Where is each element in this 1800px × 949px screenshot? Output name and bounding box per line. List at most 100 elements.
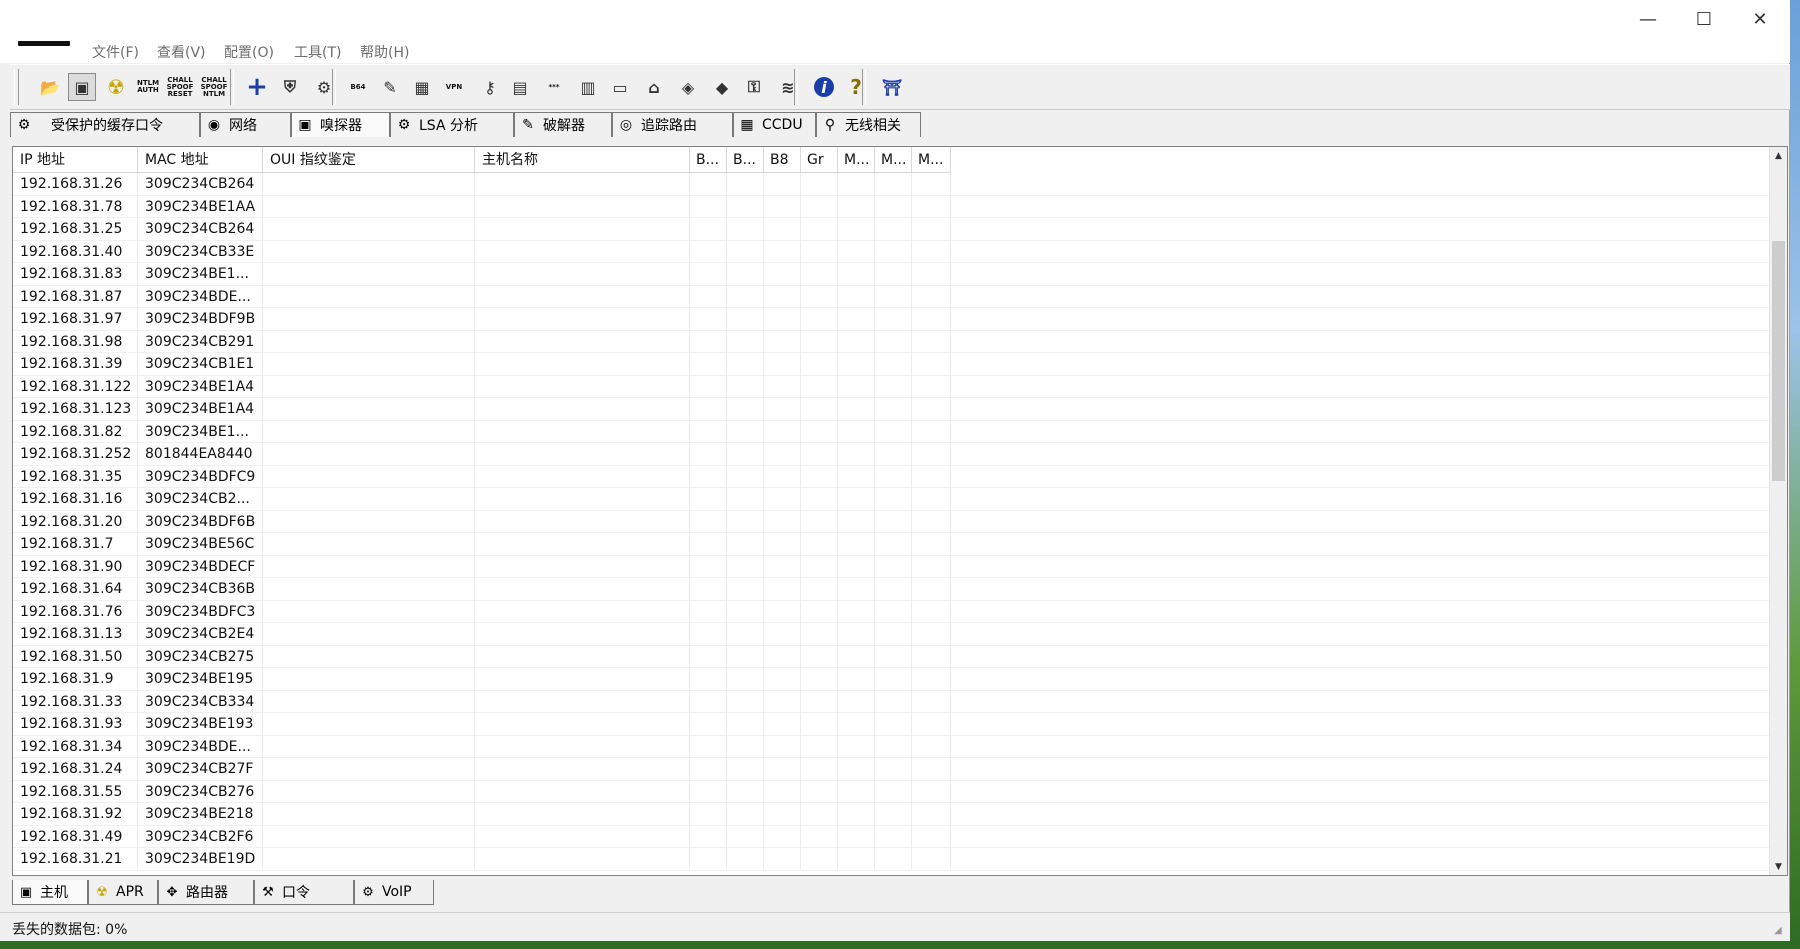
column-header[interactable]: M... [838, 147, 875, 173]
monitor-button[interactable]: ▭ [606, 73, 634, 101]
exit-door-button[interactable]: ⛩ [878, 73, 906, 101]
bottom-tab-router[interactable]: ✥ 路由器 [158, 880, 254, 905]
column-header[interactable]: Gr [801, 147, 838, 173]
add-plus-button[interactable]: + [243, 72, 271, 102]
scroll-up-icon[interactable]: ▲ [1770, 147, 1787, 164]
chall-spoof-ntlm-button[interactable]: CHALL SPOOF NTLM [200, 73, 228, 101]
table-row[interactable]: 192.168.31.78 309C234BE1AA [13, 195, 1773, 218]
column-header[interactable]: B... [727, 147, 764, 173]
chall-spoof-reset-button[interactable]: CHALL SPOOF RESET [166, 73, 194, 101]
menu-view[interactable]: 查看(V) [157, 42, 206, 62]
table-row[interactable]: 192.168.31.122 309C234BE1A4 [13, 375, 1773, 398]
tab-lsa[interactable]: ⚙ LSA 分析 [390, 112, 514, 137]
table-row[interactable]: 192.168.31.24 309C234CB27F [13, 758, 1773, 781]
wireless-key-button[interactable]: ⚷ [476, 73, 504, 101]
table-row[interactable]: 192.168.31.33 309C234CB334 [13, 690, 1773, 713]
table-row[interactable]: 192.168.31.92 309C234BE218 [13, 803, 1773, 826]
table-cell [263, 240, 475, 263]
maximize-button[interactable]: ☐ [1676, 0, 1732, 38]
table-row[interactable]: 192.168.31.49 309C234CB2F6 [13, 825, 1773, 848]
help-question-button[interactable]: ? [842, 73, 870, 101]
shield-certificate-button[interactable]: ⛨ [276, 73, 304, 101]
box-button[interactable]: ◆ [708, 73, 736, 101]
minimize-button[interactable]: — [1620, 0, 1676, 38]
table-row[interactable]: 192.168.31.16 309C234CB2... [13, 488, 1773, 511]
apr-radiation-button[interactable]: ☢ [102, 73, 130, 101]
bottom-tab-password[interactable]: ⚒ 口令 [254, 880, 354, 905]
tab-protected-storage[interactable]: ⚙ 受保护的缓存口令 [10, 112, 200, 137]
rdp-button[interactable]: ◈ [674, 73, 702, 101]
tab-network-globe[interactable]: ◉ 网络 [200, 112, 291, 137]
open-folder-button[interactable]: 📂 [36, 73, 64, 101]
tab-label: 受保护的缓存口令 [51, 118, 163, 134]
lsa-secrets-button[interactable]: ▦ [408, 73, 436, 101]
table-row[interactable]: 192.168.31.21 309C234BE19D [13, 848, 1773, 871]
table-row[interactable]: 192.168.31.25 309C234CB264 [13, 218, 1773, 241]
decoder-button[interactable]: ⚙ [310, 73, 338, 101]
table-row[interactable]: 192.168.31.83 309C234BE1... [13, 263, 1773, 286]
table-row[interactable]: 192.168.31.90 309C234BDECF [13, 555, 1773, 578]
info-button[interactable]: i [810, 73, 838, 101]
key-lock-button[interactable]: ⚿ [740, 73, 768, 101]
column-header[interactable]: M... [912, 147, 951, 173]
table-row[interactable]: 192.168.31.123 309C234BE1A4 [13, 398, 1773, 421]
bottom-tab-apr[interactable]: ☢ APR [88, 880, 158, 905]
network-card-button[interactable]: ▥ [574, 73, 602, 101]
vpn-button[interactable]: VPN [440, 73, 468, 101]
column-header[interactable]: M... [875, 147, 912, 173]
tab-wireless[interactable]: ⚲ 无线相关 [816, 112, 921, 137]
table-row[interactable]: 192.168.31.40 309C234CB33E [13, 240, 1773, 263]
menu-tools[interactable]: 工具(T) [294, 42, 341, 62]
bottom-tab-host-computer[interactable]: ▣ 主机 [12, 880, 88, 905]
resize-grip-icon[interactable]: ◢ [1774, 925, 1788, 939]
column-header[interactable]: B... [690, 147, 727, 173]
wireless-signal-button[interactable]: ≋ [774, 73, 802, 101]
table-cell [263, 758, 475, 781]
mac-address-scanner-button[interactable]: ▤ [506, 73, 534, 101]
tab-traceroute[interactable]: ◎ 追踪路由 [612, 112, 733, 137]
ntlm-auth-button[interactable]: NTLM AUTH [134, 73, 162, 101]
column-header[interactable]: 主机名称 [475, 147, 690, 173]
menu-help[interactable]: 帮助(H) [360, 42, 409, 62]
table-row[interactable]: 192.168.31.97 309C234BDF9B [13, 308, 1773, 331]
tab-ccdu[interactable]: ▦ CCDU [733, 112, 816, 137]
column-header[interactable]: B8 [764, 147, 801, 173]
table-row[interactable]: 192.168.31.26 309C234CB264 [13, 173, 1773, 196]
menu-file[interactable]: 文件(F) [92, 42, 139, 62]
table-row[interactable]: 192.168.31.252 801844EA8440 [13, 443, 1773, 466]
table-row[interactable]: 192.168.31.50 309C234CB275 [13, 645, 1773, 668]
table-row[interactable]: 192.168.31.7 309C234BE56C [13, 533, 1773, 556]
table-row[interactable]: 192.168.31.35 309C234BDFC9 [13, 465, 1773, 488]
tab-sniffer[interactable]: ▣ 嗅探器 [291, 112, 390, 137]
table-row[interactable]: 192.168.31.93 309C234BE193 [13, 713, 1773, 736]
base64-button[interactable]: B64 [344, 73, 372, 101]
table-row[interactable]: 192.168.31.76 309C234BDFC3 [13, 600, 1773, 623]
table-row[interactable]: 192.168.31.87 309C234BDE... [13, 285, 1773, 308]
wireless-key-icon: ⚷ [484, 77, 496, 97]
cisco-config-button[interactable]: ⌂ [640, 73, 668, 101]
toolbar-grip[interactable] [14, 69, 19, 105]
column-header[interactable]: MAC 地址 [138, 147, 263, 173]
hash-calculator-button[interactable]: ✎ [376, 73, 404, 101]
table-row[interactable]: 192.168.31.13 309C234CB2E4 [13, 623, 1773, 646]
tab-cracker[interactable]: ✎ 破解器 [514, 112, 612, 137]
column-header[interactable]: OUI 指纹鉴定 [263, 147, 475, 173]
table-row[interactable]: 192.168.31.39 309C234CB1E1 [13, 353, 1773, 376]
vertical-scrollbar[interactable]: ▲ ▼ [1769, 147, 1787, 875]
table-row[interactable]: 192.168.31.55 309C234CB276 [13, 780, 1773, 803]
sniffer-nic-button[interactable]: ▣ [68, 73, 96, 101]
menu-configure[interactable]: 配置(O) [224, 42, 274, 62]
scroll-thumb[interactable] [1772, 241, 1785, 481]
table-cell [764, 240, 801, 263]
scroll-down-icon[interactable]: ▼ [1770, 858, 1787, 875]
table-row[interactable]: 192.168.31.64 309C234CB36B [13, 578, 1773, 601]
bottom-tab-voip[interactable]: ⚙ VoIP [354, 880, 434, 905]
table-row[interactable]: 192.168.31.98 309C234CB291 [13, 330, 1773, 353]
table-row[interactable]: 192.168.31.20 309C234BDF6B [13, 510, 1773, 533]
column-header[interactable]: IP 地址 [13, 147, 138, 173]
table-row[interactable]: 192.168.31.9 309C234BE195 [13, 668, 1773, 691]
password-asterisks-button[interactable]: *** [540, 73, 568, 101]
close-button[interactable]: ✕ [1732, 0, 1788, 38]
table-row[interactable]: 192.168.31.34 309C234BDE... [13, 735, 1773, 758]
table-row[interactable]: 192.168.31.82 309C234BE1... [13, 420, 1773, 443]
